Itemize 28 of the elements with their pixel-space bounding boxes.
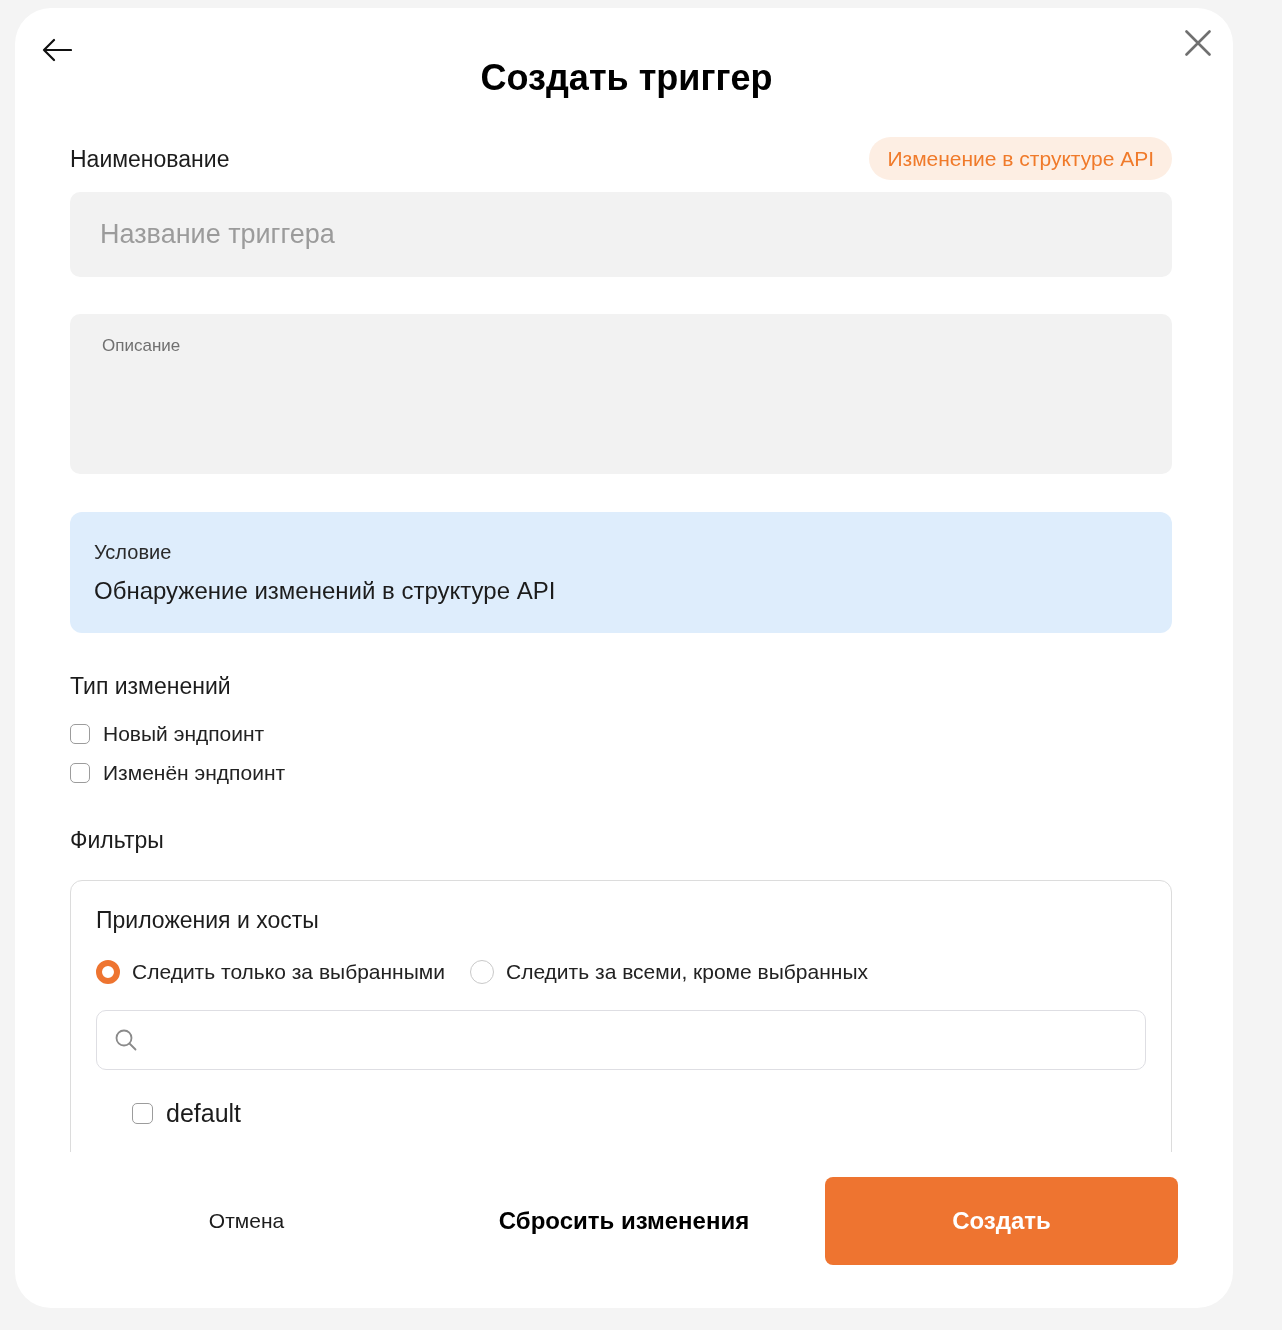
search-icon <box>115 1029 137 1051</box>
close-icon <box>1185 30 1211 56</box>
checkbox[interactable] <box>70 723 90 744</box>
radio-button[interactable] <box>470 960 494 984</box>
section-title: Тип изменений <box>70 672 231 701</box>
checkbox[interactable] <box>132 1102 153 1124</box>
radio-button[interactable] <box>96 960 120 984</box>
name-input[interactable]: Название триггера <box>70 192 1172 277</box>
card-title: Приложения и хосты <box>96 906 319 935</box>
checkbox[interactable] <box>70 762 90 783</box>
checkbox-label[interactable]: Новый эндпоинт <box>103 720 265 747</box>
back-button[interactable] <box>42 38 72 62</box>
dialog-title: Создать триггер <box>480 56 773 100</box>
radio-label[interactable]: Следить только за выбранными <box>132 959 445 985</box>
condition-value: Обнаружение изменений в структуре API <box>94 576 556 606</box>
search-field[interactable] <box>96 1010 1146 1070</box>
back-arrow-icon <box>42 38 72 62</box>
description-field[interactable]: Описание <box>70 314 1172 474</box>
cancel-button[interactable]: Отмена <box>208 1207 285 1235</box>
reset-button[interactable]: Сбросить изменения <box>498 1206 750 1236</box>
field-label: Наименование <box>70 144 230 174</box>
radio-label[interactable]: Следить за всеми, кроме выбранных <box>506 959 868 985</box>
checkbox-label[interactable]: default <box>166 1098 242 1128</box>
trigger-type-badge: Изменение в структуре API <box>869 137 1172 180</box>
close-button[interactable] <box>1185 30 1211 56</box>
checkbox-label[interactable]: Изменён эндпоинт <box>103 759 286 786</box>
condition-label: Условие <box>94 540 172 564</box>
section-title: Фильтры <box>70 826 164 855</box>
